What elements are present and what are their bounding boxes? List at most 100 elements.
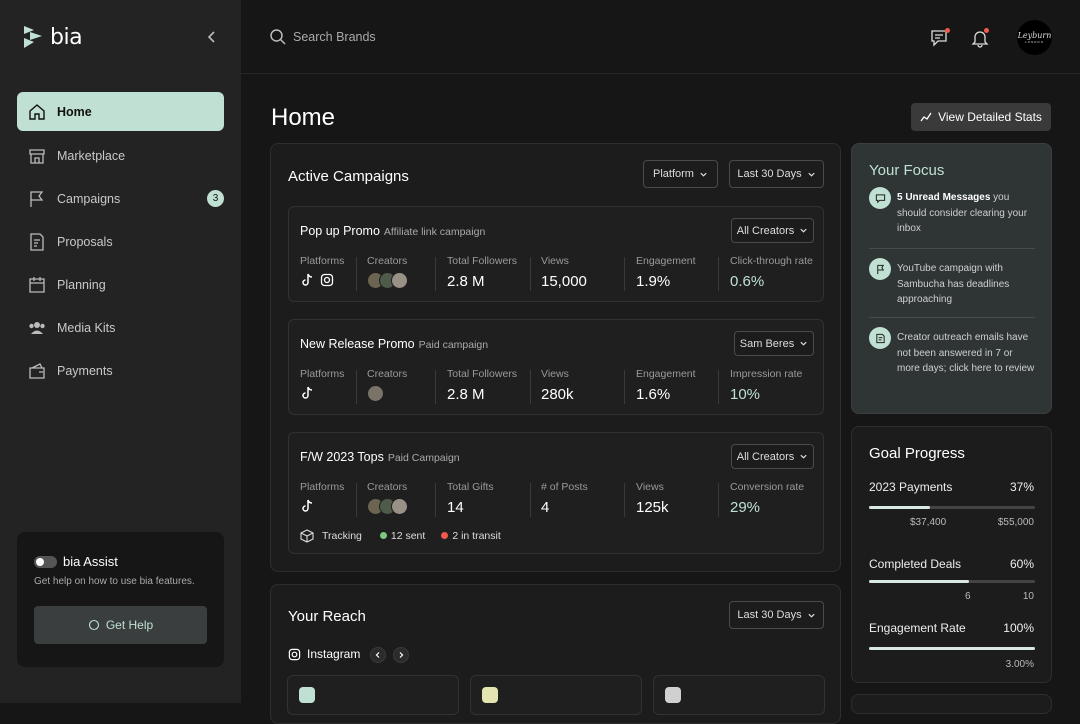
creator-avatar[interactable] (367, 385, 384, 402)
creators-filter-dropdown[interactable]: All Creators (731, 444, 814, 469)
creator-avatar[interactable] (391, 498, 408, 515)
eye-icon (665, 687, 681, 703)
hand-icon (482, 687, 498, 703)
divider (530, 483, 531, 517)
creators-metric: Creators (367, 255, 408, 289)
wallet-icon (29, 362, 45, 379)
metric-label: Platforms (300, 368, 345, 380)
platforms-metric: Platforms (300, 481, 344, 513)
metric-label: Views (636, 481, 664, 493)
avatar-text: Leyburn (1017, 31, 1052, 40)
metric-value: 0.6% (730, 273, 765, 290)
next-platform-button[interactable] (393, 647, 409, 663)
dropdown-label: Last 30 Days (737, 168, 802, 180)
chevron-down-icon (800, 454, 807, 459)
goal-progress-fill (869, 647, 1035, 650)
sidebar-item-payments[interactable]: Payments (17, 351, 224, 390)
focus-item-outreach[interactable]: Creator outreach emails have not been an… (869, 327, 1035, 377)
metric-value: 29% (730, 499, 761, 516)
sidebar-item-proposals[interactable]: Proposals (17, 222, 224, 261)
sidebar-item-planning[interactable]: Planning (17, 265, 224, 304)
reach-stat-card[interactable] (287, 675, 459, 715)
topbar: Search Brands Leyburn LONDON (241, 0, 1080, 74)
sidebar-item-label: Payments (57, 363, 113, 378)
focus-item-deadlines[interactable]: YouTube campaign with Sambucha has deadl… (869, 258, 1035, 308)
sidebar-item-marketplace[interactable]: Marketplace (17, 136, 224, 175)
instagram-icon (288, 648, 301, 660)
active-campaigns-title: Active Campaigns (288, 168, 409, 185)
chat-bubble-icon (88, 619, 99, 631)
engagement-metric: Engagement 1.6% (636, 368, 696, 403)
campaign-card[interactable]: Pop up Promo Affiliate link campaign All … (288, 206, 824, 302)
metric-label: Impression rate (730, 368, 803, 380)
get-help-button[interactable]: Get Help (34, 606, 207, 644)
tiktok-icon (302, 273, 313, 286)
campaign-card[interactable]: F/W 2023 Tops Paid Campaign All Creators … (288, 432, 824, 554)
reach-stat-card[interactable] (653, 675, 825, 715)
search-icon (270, 29, 286, 45)
divider (718, 257, 719, 291)
posts-metric: # of Posts 4 (541, 481, 588, 516)
metric-label: Click-through rate (730, 255, 813, 267)
brand-logo[interactable]: bia (22, 24, 83, 50)
sidebar-item-label: Marketplace (57, 148, 126, 163)
metric-label: Conversion rate (730, 481, 805, 493)
goal-progress-bar (869, 580, 1035, 583)
people-icon (29, 321, 45, 334)
divider (435, 370, 436, 404)
person-icon (299, 687, 315, 703)
sidebar-item-label: Campaigns (57, 191, 121, 206)
messages-unread-dot (945, 28, 950, 33)
goal-current: 6 (965, 591, 971, 602)
avatar[interactable]: Leyburn LONDON (1017, 20, 1052, 55)
divider (718, 483, 719, 517)
focus-item-unread-messages[interactable]: 5 Unread Messages you should consider cl… (869, 187, 1035, 237)
sent-dot (379, 532, 387, 539)
metric-value: 4 (541, 499, 550, 516)
reach-date-range-dropdown[interactable]: Last 30 Days (729, 601, 824, 629)
document-icon (869, 327, 891, 349)
view-detailed-stats-button[interactable]: View Detailed Stats (911, 103, 1051, 131)
date-range-dropdown[interactable]: Last 30 Days (729, 160, 824, 188)
metric-value: 15,000 (541, 273, 587, 290)
flag-icon (869, 258, 891, 280)
divider (435, 483, 436, 517)
metric-label: Creators (367, 255, 408, 267)
click-through-metric: Click-through rate 0.6% (730, 255, 813, 290)
sidebar-item-home[interactable]: Home (17, 92, 224, 131)
metric-value: 125k (636, 499, 669, 516)
previous-platform-button[interactable] (370, 647, 386, 663)
goal-target: 10 (1022, 591, 1034, 602)
tracking-status[interactable]: Tracking 12 sent 2 in transit (300, 529, 501, 543)
metric-label: Creators (367, 368, 408, 380)
trend-icon (920, 112, 932, 122)
assist-title: bia Assist (63, 554, 118, 569)
sidebar-item-media-kits[interactable]: Media Kits (17, 308, 224, 347)
metric-value: 2.8 M (447, 273, 485, 290)
creators-filter-dropdown[interactable]: Sam Beres (734, 331, 814, 356)
metric-value: 14 (447, 499, 464, 516)
campaign-name: Pop up Promo Affiliate link campaign (300, 224, 485, 238)
divider (718, 370, 719, 404)
creators-filter-dropdown[interactable]: All Creators (731, 218, 814, 243)
campaign-card[interactable]: New Release Promo Paid campaign Sam Beres… (288, 319, 824, 415)
reach-stat-card[interactable] (470, 675, 642, 715)
search-input[interactable]: Search Brands (293, 30, 376, 44)
tiktok-icon (302, 499, 313, 512)
metric-label: Total Gifts (447, 481, 494, 493)
goal-progress-fill (869, 580, 969, 583)
divider (869, 317, 1035, 318)
sidebar-item-campaigns[interactable]: Campaigns 3 (17, 179, 224, 218)
platform-filter-dropdown[interactable]: Platform (643, 160, 718, 188)
message-icon (869, 187, 891, 209)
impression-rate-metric: Impression rate 10% (730, 368, 802, 403)
your-focus-panel: Your Focus 5 Unread Messages you should … (851, 143, 1052, 414)
search-bar[interactable]: Search Brands (269, 28, 376, 46)
creator-avatar[interactable] (391, 272, 408, 289)
chevron-left-icon[interactable] (204, 28, 220, 46)
sent-status: 12 sent (379, 530, 425, 542)
metric-value: 2.8 M (447, 386, 485, 403)
goal-progress-fill (869, 506, 931, 509)
assist-toggle[interactable] (34, 556, 57, 568)
divider (530, 257, 531, 291)
